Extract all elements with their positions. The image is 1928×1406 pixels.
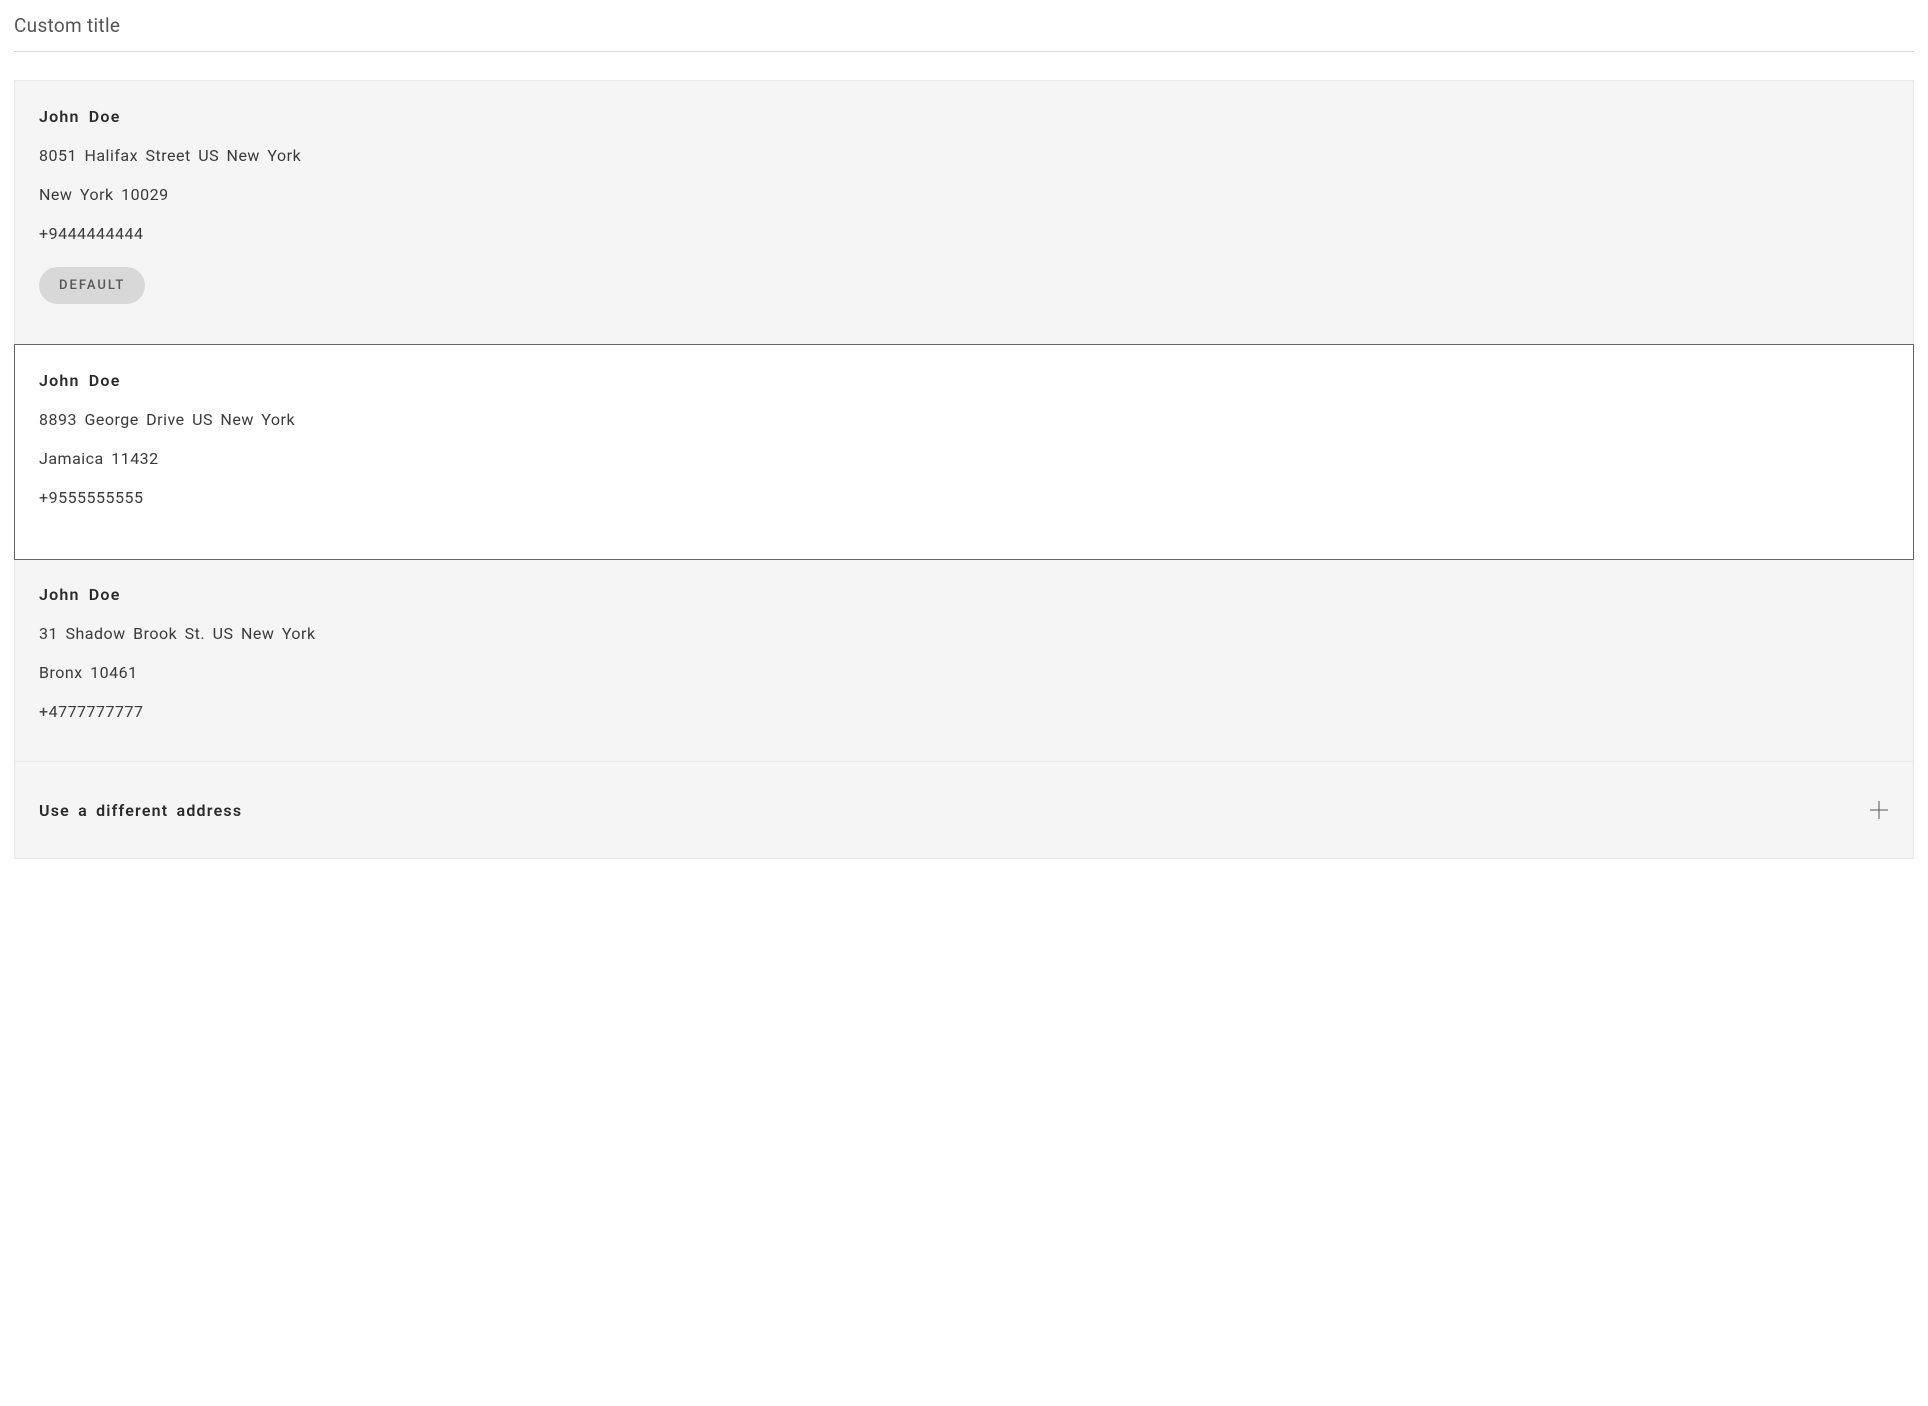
address-line-2: New York 10029 (39, 185, 1889, 204)
address-phone: +4777777777 (39, 702, 1889, 721)
address-line-1: 8051 Halifax Street US New York (39, 146, 1889, 165)
address-line-1: 31 Shadow Brook St. US New York (39, 624, 1889, 643)
address-list: John Doe 8051 Halifax Street US New York… (14, 80, 1914, 859)
address-phone: +9444444444 (39, 224, 1889, 243)
address-name: John Doe (39, 107, 1889, 126)
address-card[interactable]: John Doe 31 Shadow Brook St. US New York… (15, 559, 1913, 762)
use-different-address-label: Use a different address (39, 801, 242, 820)
default-badge: DEFAULT (39, 267, 145, 304)
address-line-1: 8893 George Drive US New York (39, 410, 1889, 429)
address-card[interactable]: John Doe 8893 George Drive US New York J… (14, 344, 1914, 560)
use-different-address[interactable]: Use a different address (15, 762, 1913, 858)
address-line-2: Jamaica 11432 (39, 449, 1889, 468)
address-phone: +9555555555 (39, 488, 1889, 507)
plus-icon (1869, 800, 1889, 820)
address-card[interactable]: John Doe 8051 Halifax Street US New York… (15, 81, 1913, 345)
address-line-2: Bronx 10461 (39, 663, 1889, 682)
address-name: John Doe (39, 585, 1889, 604)
address-name: John Doe (39, 371, 1889, 390)
page-title: Custom title (14, 14, 1914, 52)
